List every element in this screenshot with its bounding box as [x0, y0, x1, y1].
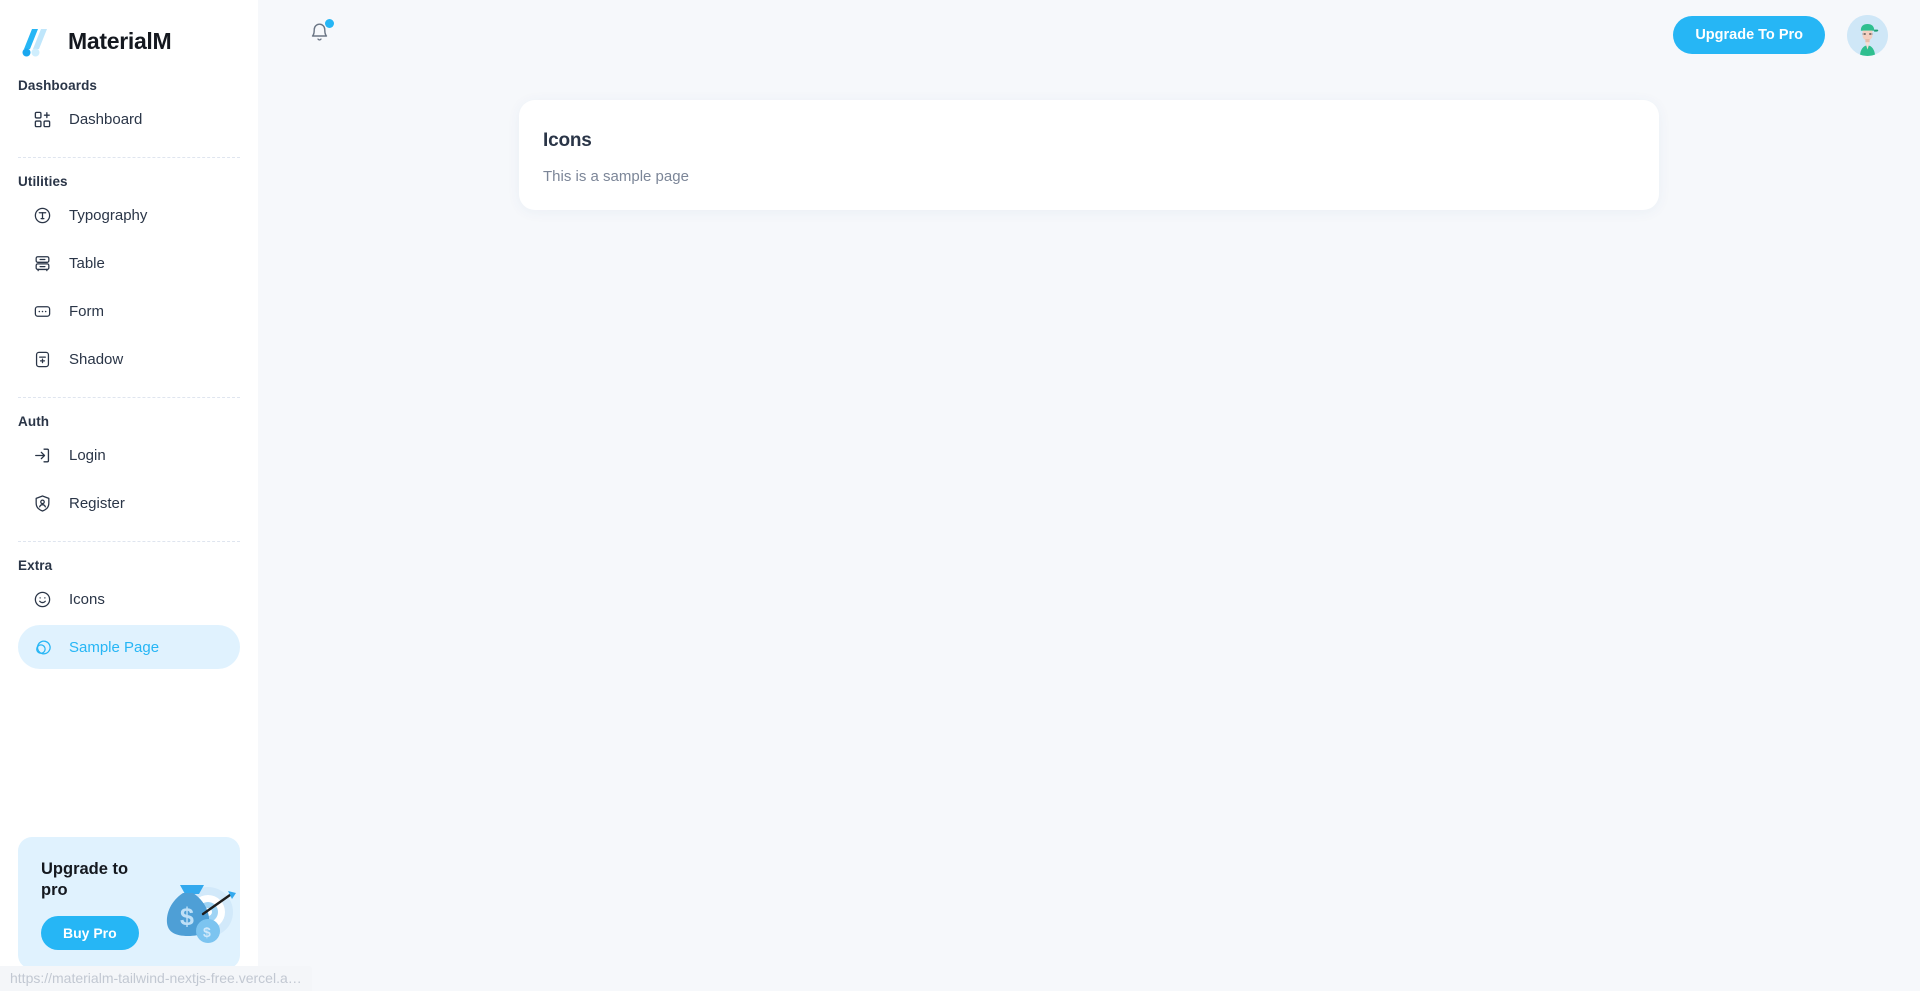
svg-text:$: $ — [203, 924, 211, 940]
sidebar-item-table[interactable]: Table — [18, 241, 240, 285]
upgrade-card-title: Upgrade to pro — [41, 860, 129, 899]
sidebar-nav: Dashboards Dashboard Utilities Typograph… — [0, 62, 258, 827]
typography-circle-t-icon — [32, 205, 53, 226]
smiley-face-icon — [32, 589, 53, 610]
upgrade-to-pro-card: Upgrade to pro Buy Pro $ $ — [18, 837, 240, 969]
sidebar-item-label: Dashboard — [69, 110, 143, 128]
sidebar-item-label: Icons — [69, 590, 105, 608]
register-user-shield-icon — [32, 493, 53, 514]
page-subtitle: This is a sample page — [543, 168, 689, 185]
sidebar-item-sample-page[interactable]: Sample Page — [18, 625, 240, 669]
shadow-box-icon — [32, 349, 53, 370]
table-drawer-icon — [32, 253, 53, 274]
money-bag-target-illustration: $ $ — [142, 865, 238, 951]
sidebar-item-register[interactable]: Register — [18, 481, 240, 525]
buy-pro-button[interactable]: Buy Pro — [41, 916, 139, 951]
nav-section-title-extra: Extra — [18, 558, 53, 573]
brand[interactable]: MaterialM — [0, 0, 258, 62]
sidebar-item-typography[interactable]: Typography — [18, 193, 240, 237]
nav-section-title-auth: Auth — [18, 414, 50, 429]
page-title: Icons — [543, 130, 592, 151]
upgrade-to-pro-button[interactable]: Upgrade To Pro — [1673, 16, 1825, 54]
sidebar-item-label: Typography — [69, 206, 148, 224]
status-bar-url: https://materialm-tailwind-nextjs-free.v… — [0, 966, 312, 991]
form-dots-icon — [32, 301, 53, 322]
layout-grid-add-icon — [32, 109, 53, 130]
sidebar-item-label: Table — [69, 254, 105, 272]
sidebar: MaterialM Dashboards Dashboard Utilities… — [0, 0, 258, 991]
notification-badge-dot — [325, 19, 334, 28]
materialm-logo-icon — [20, 27, 54, 57]
sidebar-item-label: Form — [69, 302, 104, 320]
topbar: Upgrade To Pro — [258, 0, 1920, 70]
sidebar-item-label: Shadow — [69, 350, 124, 368]
login-arrow-icon — [32, 445, 53, 466]
sidebar-item-label: Register — [69, 494, 125, 512]
svg-text:$: $ — [180, 903, 194, 931]
sidebar-item-dashboard[interactable]: Dashboard — [18, 97, 240, 141]
brand-name: MaterialM — [68, 28, 172, 54]
sample-page-card: Icons This is a sample page — [519, 100, 1659, 210]
content-area: Icons This is a sample page — [258, 70, 1920, 991]
app-root: MaterialM Dashboards Dashboard Utilities… — [0, 0, 1920, 991]
sidebar-item-login[interactable]: Login — [18, 433, 240, 477]
sidebar-item-shadow[interactable]: Shadow — [18, 337, 240, 381]
nav-section-title-dashboards: Dashboards — [18, 78, 98, 93]
nav-section-title-utilities: Utilities — [18, 174, 68, 189]
aperture-photo-icon — [32, 637, 53, 658]
notifications-button[interactable] — [304, 19, 334, 50]
sidebar-item-form[interactable]: Form — [18, 289, 240, 333]
main-area: Upgrade To Pro Icons This is a sample pa… — [258, 0, 1920, 991]
sidebar-item-icons[interactable]: Icons — [18, 577, 240, 621]
sidebar-item-label: Login — [69, 446, 106, 464]
sidebar-item-label: Sample Page — [69, 638, 160, 656]
avatar[interactable] — [1847, 14, 1888, 56]
